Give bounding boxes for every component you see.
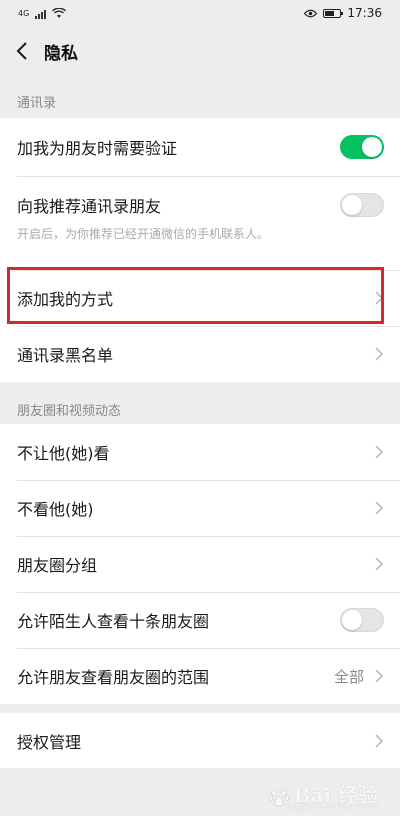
battery-icon xyxy=(323,8,344,18)
watermark-sub: jingyan.baidu.com xyxy=(285,801,378,812)
network-type: 4G xyxy=(18,8,30,18)
status-bar: 4G 17:36 xyxy=(0,0,400,26)
recommend-contacts-row: 向我推荐通讯录朋友 开启后，为你推荐已经开通微信的手机联系人。 xyxy=(0,176,400,270)
require-verification-row: 加我为朋友时需要验证 xyxy=(0,118,400,176)
page-title: 隐私 xyxy=(44,43,78,64)
recommend-contacts-toggle[interactable] xyxy=(340,193,384,217)
strangers-ten-posts-toggle[interactable] xyxy=(340,608,384,632)
signal-icon xyxy=(35,8,47,19)
contacts-blacklist-row[interactable]: 通讯录黑名单 xyxy=(0,326,400,382)
status-left: 4G xyxy=(18,7,67,19)
nav-bar: 隐私 xyxy=(0,26,400,76)
row-top: 向我推荐通讯录朋友 xyxy=(17,193,384,217)
back-arrow-icon xyxy=(16,42,27,60)
hide-their-posts-row[interactable]: 不看他(她) xyxy=(0,480,400,536)
chevron-right-icon xyxy=(375,733,384,748)
chevron-right-icon xyxy=(375,445,384,459)
chevron-right-icon xyxy=(375,347,384,361)
friends-view-range-value: 全部 xyxy=(333,667,364,686)
chevron-right-icon xyxy=(375,291,384,305)
row-label: 通讯录黑名单 xyxy=(17,346,114,365)
row-label: 朋友圈分组 xyxy=(17,556,98,575)
chevron-right-icon xyxy=(375,501,384,515)
strangers-ten-posts-row: 允许陌生人查看十条朋友圈 xyxy=(0,592,400,648)
row-label: 允许陌生人查看十条朋友圈 xyxy=(17,612,210,631)
row-label: 不看他(她) xyxy=(17,500,94,519)
wifi-icon xyxy=(52,7,67,18)
moments-groups-row[interactable]: 朋友圈分组 xyxy=(0,536,400,592)
auth-card: 授权管理 xyxy=(0,713,400,768)
toggle-knob xyxy=(342,610,362,630)
require-verification-toggle[interactable] xyxy=(340,135,384,159)
authorization-management-row[interactable]: 授权管理 xyxy=(0,713,400,768)
toggle-knob xyxy=(342,195,362,215)
section-title-moments: 朋友圈和视频动态 xyxy=(17,404,122,419)
row-label: 添加我的方式 xyxy=(17,290,114,309)
status-right: 17:36 xyxy=(304,6,382,20)
row-label: 加我为朋友时需要验证 xyxy=(17,139,178,158)
eye-icon xyxy=(304,9,318,17)
chevron-right-icon xyxy=(375,669,384,683)
clock: 17:36 xyxy=(347,6,382,20)
row-label: 向我推荐通讯录朋友 xyxy=(17,197,162,216)
moments-card: 不让他(她)看 不看他(她) 朋友圈分组 允许陌生人查看十条朋友圈 允许朋友查看… xyxy=(0,424,400,704)
chevron-right-icon xyxy=(375,557,384,571)
add-me-methods-row[interactable]: 添加我的方式 xyxy=(0,270,400,326)
hide-from-row[interactable]: 不让他(她)看 xyxy=(0,424,400,480)
back-button[interactable] xyxy=(0,26,44,76)
recommend-contacts-description: 开启后，为你推荐已经开通微信的手机联系人。 xyxy=(17,227,270,241)
friends-view-range-row[interactable]: 允许朋友查看朋友圈的范围 全部 xyxy=(0,648,400,704)
row-right: 全部 xyxy=(334,666,384,687)
toggle-knob xyxy=(362,137,382,157)
battery-level xyxy=(325,10,335,16)
baidu-watermark: Bai 经验 jingyan.baidu.com xyxy=(268,779,378,812)
row-label: 允许朋友查看朋友圈的范围 xyxy=(17,668,210,687)
row-label: 不让他(她)看 xyxy=(17,444,110,463)
section-title-contacts: 通讯录 xyxy=(17,96,57,111)
contacts-card: 加我为朋友时需要验证 向我推荐通讯录朋友 开启后，为你推荐已经开通微信的手机联系… xyxy=(0,118,400,382)
row-label: 授权管理 xyxy=(17,732,82,752)
